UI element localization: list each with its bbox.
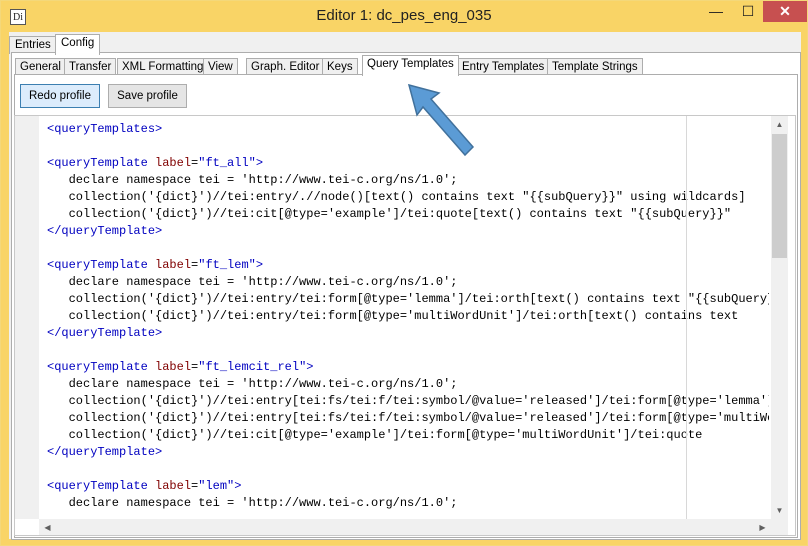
code-line: <queryTemplate label="lem"> [47,479,242,493]
minimize-button[interactable]: — [701,1,731,22]
code-line: </queryTemplate> [47,224,163,238]
code-line: declare namespace tei = 'http://www.tei-… [47,275,458,289]
code-line: </queryTemplate> [47,445,163,459]
scroll-right-icon[interactable]: ▶ [754,519,771,535]
code-line: collection('{dict}')//tei:entry/tei:form… [47,292,769,306]
close-button[interactable]: ✕ [763,1,807,22]
vertical-scrollbar[interactable]: ▲ ▼ [771,116,788,519]
editor-window: Di Editor 1: dc_pes_eng_035 — ☐ ✕ Entrie… [0,0,808,546]
code-line: collection('{dict}')//tei:entry[tei:fs/t… [47,411,769,425]
maximize-button[interactable]: ☐ [733,1,763,22]
code-line: <queryTemplate label="ft_lemcit_rel"> [47,360,314,374]
client-area: Entries Config General Transfer XML Form… [9,32,801,540]
redo-profile-button[interactable]: Redo profile [20,84,100,108]
code-line: collection('{dict}')//tei:entry[tei:fs/t… [47,394,769,408]
save-profile-button[interactable]: Save profile [108,84,187,108]
scroll-left-icon[interactable]: ◀ [39,519,56,535]
scroll-up-icon[interactable]: ▲ [771,116,788,133]
config-panel: General Transfer XML Formatting View Gra… [11,52,801,540]
code-line: collection('{dict}')//tei:entry/.//node(… [47,190,746,204]
code-line: collection('{dict}')//tei:entry/tei:form… [47,309,739,323]
window-title: Editor 1: dc_pes_eng_035 [316,7,492,24]
query-templates-panel: Redo profile Save profile <queryTemplate… [14,74,798,538]
code-line: <queryTemplate label="ft_lem"> [47,258,264,272]
blue-arrow-icon [407,83,475,157]
code-area[interactable]: <queryTemplates> <queryTemplate label="ft… [47,121,769,518]
tab-config[interactable]: Config [55,34,101,55]
scrollbar-corner [771,519,788,535]
code-line: collection('{dict}')//tei:cit[@type='exa… [47,428,703,442]
code-line: declare namespace tei = 'http://www.tei-… [47,377,458,391]
code-editor[interactable]: <queryTemplates> <queryTemplate label="ft… [14,115,796,536]
print-margin [686,116,687,519]
code-line: </queryTemplate> [47,326,163,340]
code-line: declare namespace tei = 'http://www.tei-… [47,173,458,187]
line-gutter [15,116,39,519]
tab-query-templates[interactable]: Query Templates [362,55,459,76]
code-line: <queryTemplate label="ft_all"> [47,156,264,170]
code-line: collection('{dict}')//tei:cit[@type='exa… [47,207,732,221]
horizontal-scrollbar[interactable]: ◀ ▶ [39,519,771,535]
scroll-down-icon[interactable]: ▼ [771,502,788,519]
vertical-scroll-thumb[interactable] [772,134,787,258]
code-line: declare namespace tei = 'http://www.tei-… [47,496,458,510]
title-bar[interactable]: Di Editor 1: dc_pes_eng_035 — ☐ ✕ [1,1,807,32]
